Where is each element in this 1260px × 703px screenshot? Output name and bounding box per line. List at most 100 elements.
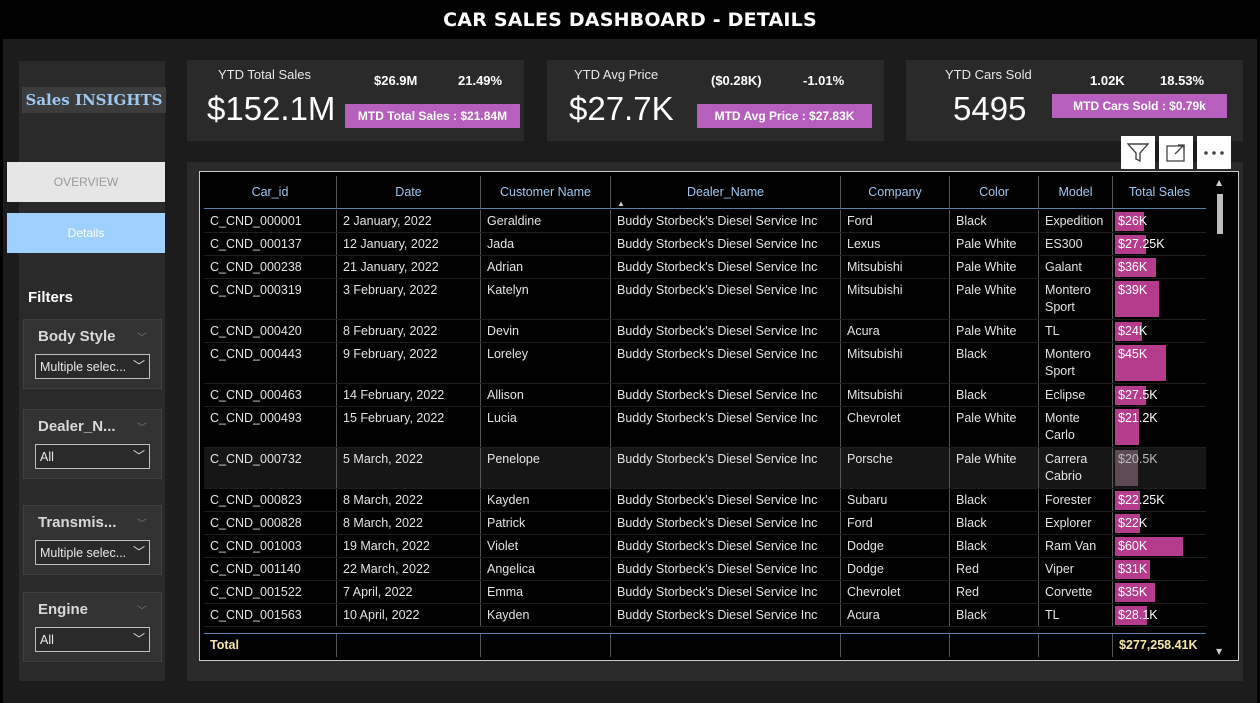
cell-dealer-name: Buddy Storbeck's Diesel Service Inc <box>611 210 841 232</box>
cell-date: 19 March, 2022 <box>337 535 481 557</box>
cell-color: Black <box>950 604 1039 626</box>
cell-color: Pale White <box>950 448 1039 488</box>
cell-customer-name: Emma <box>481 581 611 603</box>
total-sales-label: $26K <box>1118 214 1148 228</box>
cell-model: Explorer <box>1039 512 1113 534</box>
cell-dealer-name: Buddy Storbeck's Diesel Service Inc <box>611 343 841 383</box>
transmission-dropdown[interactable]: Multiple selec... ﹀ <box>35 540 150 565</box>
scroll-thumb[interactable] <box>1217 194 1223 234</box>
column-header-model[interactable]: Model <box>1039 176 1113 208</box>
cell-customer-name: Patrick <box>481 512 611 534</box>
logo: Sales INSIGHTS <box>22 87 166 113</box>
filter-icon[interactable] <box>1121 136 1155 169</box>
cell-total-sales: $36K <box>1113 256 1206 278</box>
cell-customer-name: Geraldine <box>481 210 611 232</box>
column-header-dealer-name[interactable]: Dealer_Name ▲ <box>611 176 841 208</box>
chevron-down-icon[interactable]: ﹀ <box>137 602 147 617</box>
cell-total-sales: $35K <box>1113 581 1206 603</box>
table-row[interactable]: C_CND_000137 12 January, 2022 Jada Buddy St… <box>204 233 1206 256</box>
visual-header-icons <box>1121 136 1231 169</box>
cell-dealer-name: Buddy Storbeck's Diesel Service Inc <box>611 320 841 342</box>
dealer-name-dropdown[interactable]: All ﹀ <box>35 444 150 469</box>
slicer-body-style: Body Style ﹀ Multiple selec... ﹀ <box>23 319 162 389</box>
column-header-total-sales[interactable]: Total Sales <box>1113 176 1206 208</box>
table-row[interactable]: C_CND_000238 21 January, 2022 Adrian Buddy … <box>204 256 1206 279</box>
cell-model: ES300 <box>1039 233 1113 255</box>
cell-car-id: C_CND_000828 <box>204 512 337 534</box>
total-sales-label: $27.5K <box>1118 388 1158 402</box>
table-row[interactable]: C_CND_000420 8 February, 2022 Devin Buddy S… <box>204 320 1206 343</box>
table-row[interactable]: C_CND_000828 8 March, 2022 Patrick Buddy St… <box>204 512 1206 535</box>
cell-dealer-name: Buddy Storbeck's Diesel Service Inc <box>611 604 841 626</box>
table-row[interactable]: C_CND_000001 2 January, 2022 Geraldine Budd… <box>204 210 1206 233</box>
column-header-car-id[interactable]: Car_id <box>204 176 337 208</box>
cell-model: TL <box>1039 604 1113 626</box>
total-label: Total <box>204 634 337 657</box>
cell-date: 8 March, 2022 <box>337 489 481 511</box>
chevron-down-icon[interactable]: ﹀ <box>137 419 147 434</box>
cell-car-id: C_CND_001563 <box>204 604 337 626</box>
cell-color: Pale White <box>950 279 1039 319</box>
cell-color: Black <box>950 210 1039 232</box>
cell-company: Chevrolet <box>841 407 950 447</box>
more-options-icon[interactable] <box>1197 136 1231 169</box>
table-row[interactable]: C_CND_001003 19 March, 2022 Violet Buddy St… <box>204 535 1206 558</box>
table-row[interactable]: C_CND_000732 5 March, 2022 Penelope Buddy S… <box>204 448 1206 489</box>
cell-date: 21 January, 2022 <box>337 256 481 278</box>
table-row[interactable]: C_CND_001563 10 April, 2022 Kayden Buddy St… <box>204 604 1206 627</box>
column-header-date[interactable]: Date <box>337 176 481 208</box>
focus-mode-icon[interactable] <box>1159 136 1193 169</box>
cell-car-id: C_CND_000443 <box>204 343 337 383</box>
sort-ascending-icon: ▲ <box>617 199 625 208</box>
slicer-dealer-name: Dealer_N... ﹀ All ﹀ <box>23 409 162 479</box>
table-row[interactable]: C_CND_000493 15 February, 2022 Lucia Buddy … <box>204 407 1206 448</box>
cell-car-id: C_CND_001140 <box>204 558 337 580</box>
nav-overview-button[interactable]: OVERVIEW <box>7 162 165 202</box>
table-row[interactable]: C_CND_000443 9 February, 2022 Loreley Buddy… <box>204 343 1206 384</box>
page-title: CAR SALES DASHBOARD - DETAILS <box>443 8 817 31</box>
cell-total-sales: $21.2K <box>1113 407 1206 447</box>
table-row[interactable]: C_CND_000319 3 February, 2022 Katelyn Buddy… <box>204 279 1206 320</box>
body-style-dropdown[interactable]: Multiple selec... ﹀ <box>35 354 150 379</box>
cell-customer-name: Penelope <box>481 448 611 488</box>
total-sales-label: $20.5K <box>1118 452 1158 466</box>
table-row[interactable]: C_CND_000823 8 March, 2022 Kayden Buddy Sto… <box>204 489 1206 512</box>
total-empty-cell <box>950 634 1039 657</box>
cell-company: Chevrolet <box>841 581 950 603</box>
slicer-label: Transmis... <box>38 514 117 531</box>
cell-total-sales: $26K <box>1113 210 1206 232</box>
table-row[interactable]: C_CND_001522 7 April, 2022 Emma Buddy Storb… <box>204 581 1206 604</box>
cell-customer-name: Allison <box>481 384 611 406</box>
table-row[interactable]: C_CND_001140 22 March, 2022 Angelica Buddy … <box>204 558 1206 581</box>
cell-color: Black <box>950 343 1039 383</box>
cell-company: Mitsubishi <box>841 279 950 319</box>
chevron-down-icon: ﹀ <box>132 449 145 463</box>
column-header-label: Dealer_Name <box>686 185 765 199</box>
cell-date: 5 March, 2022 <box>337 448 481 488</box>
scroll-down-icon[interactable]: ▼ <box>1216 647 1222 656</box>
cell-car-id: C_CND_001003 <box>204 535 337 557</box>
cell-customer-name: Katelyn <box>481 279 611 319</box>
nav-details-button[interactable]: Details <box>7 213 165 253</box>
table-row[interactable]: C_CND_000463 14 February, 2022 Allison Budd… <box>204 384 1206 407</box>
column-header-customer-name[interactable]: Customer Name <box>481 176 611 208</box>
table-body: C_CND_000001 2 January, 2022 Geraldine Budd… <box>204 210 1206 627</box>
cell-date: 9 February, 2022 <box>337 343 481 383</box>
total-empty-cell <box>337 634 481 657</box>
scroll-up-icon[interactable]: ▲ <box>1216 178 1222 187</box>
cell-color: Black <box>950 535 1039 557</box>
column-header-color[interactable]: Color <box>950 176 1039 208</box>
column-header-company[interactable]: Company <box>841 176 950 208</box>
chevron-down-icon[interactable]: ﹀ <box>137 515 147 530</box>
engine-dropdown[interactable]: All ﹀ <box>35 627 150 652</box>
kpi-card-ytd-avg-price: YTD Avg Price $27.7K ($0.28K) -1.01% MTD… <box>547 60 884 141</box>
vertical-scrollbar[interactable]: ▲ ▼ <box>1216 178 1224 656</box>
chevron-down-icon[interactable]: ﹀ <box>137 329 147 344</box>
cell-model: Montero Sport <box>1039 343 1113 383</box>
cell-dealer-name: Buddy Storbeck's Diesel Service Inc <box>611 256 841 278</box>
cell-car-id: C_CND_000732 <box>204 448 337 488</box>
dropdown-value: Multiple selec... <box>40 360 127 374</box>
slicer-label: Dealer_N... <box>38 418 116 435</box>
total-sales-label: $22K <box>1118 516 1148 530</box>
cell-company: Mitsubishi <box>841 256 950 278</box>
